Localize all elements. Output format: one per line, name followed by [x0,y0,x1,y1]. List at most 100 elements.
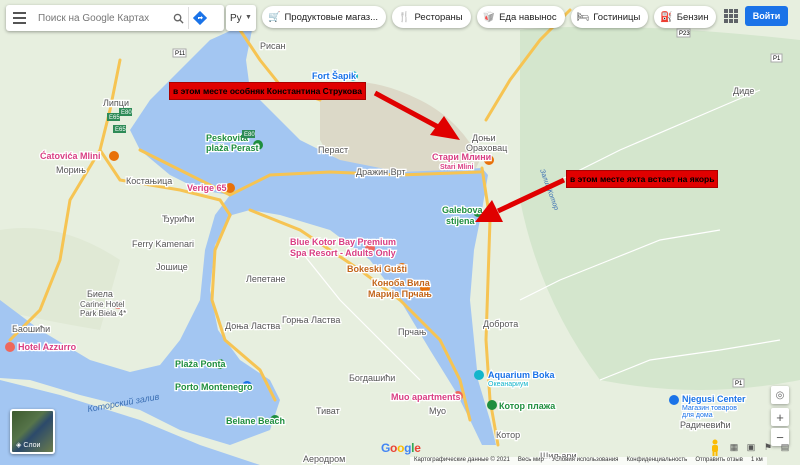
traffic-icon[interactable]: ▤ [779,441,791,453]
hamburger-menu-icon[interactable] [6,5,32,31]
svg-text:Конoба Вила: Конoба Вила [372,278,431,288]
label-muo: Муо [429,406,446,416]
label-dobrota: Доброта [483,319,518,329]
svg-text:E80: E80 [244,132,255,138]
label-radicevici: Радичевићи [680,420,731,430]
chip-label: Продуктовые магаз... [284,11,379,23]
photo-icon[interactable]: ▦ [728,441,740,453]
street-view-icon[interactable]: ⚑ [762,441,774,453]
svg-text:для дома: для дома [682,412,713,419]
chip-gas[interactable]: ⛽ Бензин [654,6,717,28]
chip-label: Рестораны [414,11,463,23]
label-josice: Јошице [156,262,188,272]
label-baosici: Баошићи [12,324,50,334]
label-dide: Диде [733,86,754,96]
footer-bar: Картографические данные © 2021 Весь мир … [410,457,767,465]
map-canvas[interactable]: Рисан Липци Морињ Костањица Ђурићи Ferry… [0,0,800,465]
poi-bokeski-gusti[interactable]: Bokeski Gušti [346,263,409,276]
label-donji: Доњи [472,133,496,143]
poi-fort-sapik[interactable]: Fort Šapik [311,69,359,83]
label-aerodrom: Аеродром [303,454,345,464]
svg-text:Котор плажа: Котор плажа [499,401,556,411]
label-tivat: Тиват [316,406,340,416]
svg-text:Марија Прчањ: Марија Прчањ [368,289,432,299]
takeout-icon: 🥡 [482,11,496,23]
fork-knife-icon: 🍴 [398,11,411,23]
pegman-icon[interactable] [709,439,721,457]
label-djuricici: Ђурићи [162,214,194,224]
annotation-mansion: в этом месте особняк Константина Струков… [169,82,366,100]
poi-muo-apartments[interactable]: Muo apartments [390,391,463,403]
plus-icon: + [776,409,784,425]
search-input[interactable] [38,12,168,24]
label-kotor: Котор [496,430,520,440]
crosshair-icon: ◎ [775,389,785,401]
svg-text:stijena: stijena [446,216,476,226]
label-drazin: Дражин Врт [356,167,406,177]
annotation-yacht: в этом месте яхта встает на якорь [566,170,719,188]
svg-text:Carine Hotel: Carine Hotel [80,300,125,309]
label-lipci: Липци [103,98,129,108]
svg-text:Стари Млини: Стари Млини [432,152,491,162]
directions-icon[interactable] [188,7,210,29]
signin-button[interactable]: Войти [745,6,788,26]
svg-text:Galebova: Galebova [442,205,484,215]
chip-groceries[interactable]: 🛒 Продуктовые магаз... [262,6,387,28]
chip-label: Бензин [676,11,709,23]
chevron-down-icon[interactable]: ▼ [245,14,252,21]
poi-blue-kotor-bay[interactable]: Blue Kotor Bay Premium Spa Resort - Adul… [289,236,398,260]
poi-porto-montenegro[interactable]: Porto Montenegro [174,381,254,394]
zoom-in-button[interactable]: + [771,408,789,426]
chip-hotels[interactable]: 🛏 Гостиницы [570,6,649,28]
svg-text:P11: P11 [175,51,186,57]
svg-text:Bokeski Gušti: Bokeski Gušti [347,264,407,274]
chip-label: Еда навынос [499,11,557,23]
svg-text:Njegusi Center: Njegusi Center [682,394,746,404]
label-donja-lastva: Доња Ластва [225,321,280,331]
scale-label: 1 км [750,457,763,463]
svg-text:Ćatovića Mlini: Ćatovića Mlini [40,150,101,161]
svg-text:Aquarium Boka: Aquarium Boka [488,370,556,380]
svg-text:P23: P23 [679,31,690,37]
terms-link[interactable]: Условия использования [552,457,619,465]
my-location-button[interactable]: ◎ [771,386,789,404]
poi-verige-65[interactable]: Verige 65 [186,182,235,194]
google-logo: Google [381,441,421,455]
svg-text:Verige 65: Verige 65 [187,183,227,193]
footer-icons: ▦ ▣ ⚑ ▤ [728,441,791,453]
svg-text:E65: E65 [115,127,126,133]
svg-text:Belane Beach: Belane Beach [226,416,285,426]
svg-text:plaža Perast: plaža Perast [206,143,259,153]
chip-label: Гостиницы [593,11,641,23]
language-select-value: Ру [230,12,242,24]
label-risan: Рисан [260,41,286,51]
poi-carine-hotel[interactable]: Carine Hotel Park Biela 4* [79,299,128,320]
world-link[interactable]: Весь мир [518,457,544,465]
feedback-link[interactable]: Отправить отзыв [695,457,743,465]
svg-text:Океанариум: Океанариум [488,381,528,388]
chip-restaurants[interactable]: 🍴 Рестораны [392,6,471,28]
svg-text:E80: E80 [121,110,132,116]
shopping-cart-icon: 🛒 [268,11,281,23]
svg-text:Park Biela 4*: Park Biela 4* [80,309,126,318]
label-gornja-lastva: Горња Ластва [282,315,340,325]
svg-text:Hotel Azzurro: Hotel Azzurro [18,342,77,352]
satellite-icon[interactable]: ▣ [745,441,757,453]
search-box[interactable] [6,5,224,31]
privacy-link[interactable]: Конфиденциальность [626,457,687,465]
poi-plaza-ponta[interactable]: Plaža Ponta [174,358,228,371]
svg-text:Spa Resort - Adults Only: Spa Resort - Adults Only [290,248,396,258]
label-ferry: Ferry Kamenari [132,239,194,249]
poi-belane-beach[interactable]: Belane Beach [225,415,287,428]
layers-button[interactable]: ◈ Слои [10,409,55,454]
label-perast: Пераст [318,145,348,155]
poi-konoba-vila[interactable]: Конoба Вила Марија Прчањ [367,277,433,301]
label-kostanjica: Костањица [126,176,172,186]
svg-text:P1: P1 [773,56,781,62]
search-icon[interactable] [168,8,188,28]
layers-text: Слои [23,441,41,449]
chip-takeout[interactable]: 🥡 Еда навынос [476,6,565,28]
layers-icon: ◈ [16,442,22,449]
map-data-credit: Картографические данные © 2021 [414,457,510,463]
apps-grid-icon[interactable] [724,9,738,23]
